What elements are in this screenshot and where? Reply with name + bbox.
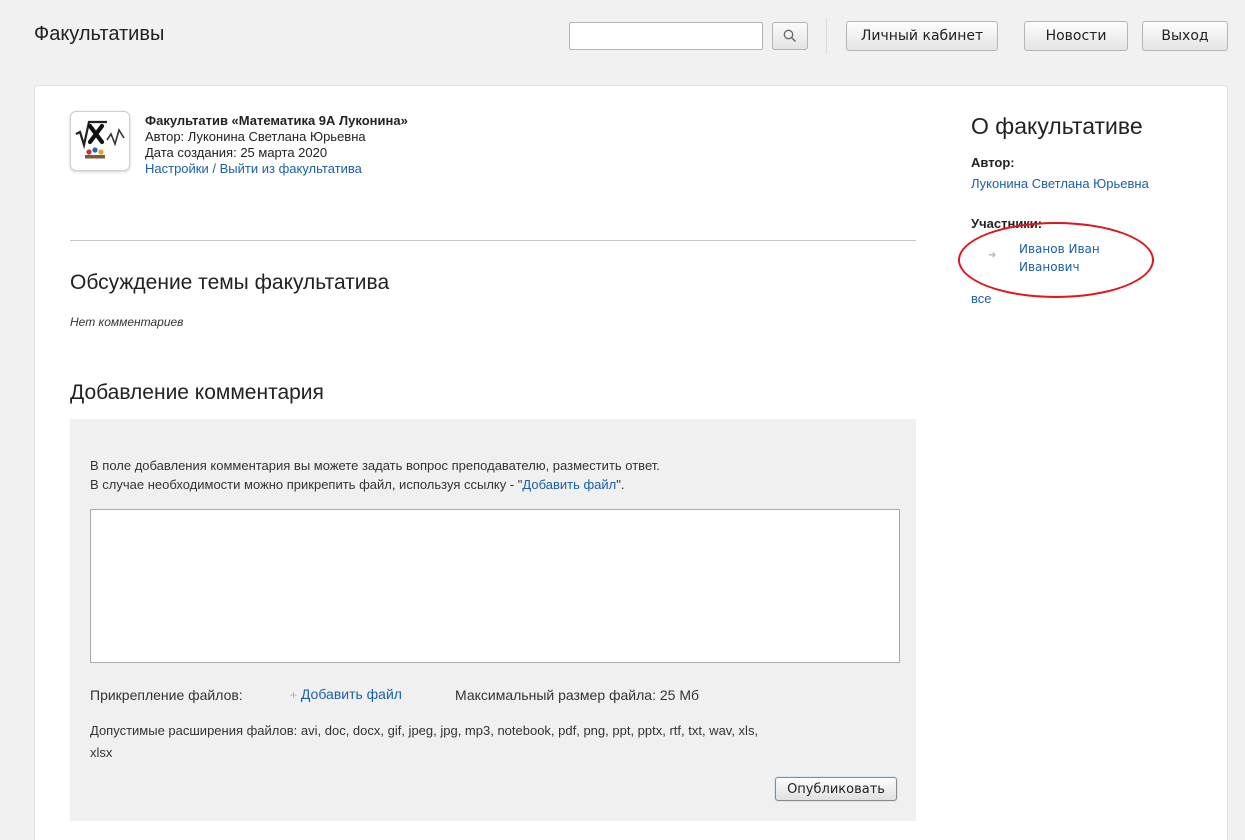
- course-links: Настройки / Выйти из факультатива: [145, 161, 408, 177]
- course-logo: [70, 111, 130, 171]
- course-title: Факультатив «Математика 9А Луконина»: [145, 113, 408, 128]
- header-divider: [826, 18, 827, 54]
- leave-course-link[interactable]: Выйти из факультатива: [220, 161, 362, 176]
- max-file-size: Максимальный размер файла: 25 Мб: [455, 687, 700, 703]
- sidebar-author-link[interactable]: Луконина Светлана Юрьевна: [971, 176, 1149, 191]
- course-created-date: Дата создания: 25 марта 2020: [145, 145, 328, 160]
- highlight-circle: [958, 222, 1154, 298]
- section-divider: [70, 240, 916, 241]
- hint-prefix: В случае необходимости можно прикрепить …: [90, 477, 523, 492]
- settings-link[interactable]: Настройки: [145, 161, 209, 176]
- page-title: Факультативы: [34, 23, 165, 45]
- news-button[interactable]: Новости: [1024, 21, 1128, 51]
- logout-button[interactable]: Выход: [1142, 21, 1228, 51]
- search-button[interactable]: [772, 22, 808, 50]
- attach-label: Прикрепление файлов:: [90, 687, 243, 703]
- course-info: Факультатив «Математика 9А Луконина» Авт…: [145, 113, 408, 177]
- plus-icon: +: [290, 688, 298, 702]
- search-input[interactable]: [569, 22, 763, 50]
- publish-button[interactable]: Опубликовать: [775, 777, 897, 801]
- hint-suffix: ".: [616, 477, 625, 492]
- comment-form: В поле добавления комментария вы можете …: [70, 419, 916, 821]
- comment-hint-line2: В случае необходимости можно прикрепить …: [90, 477, 625, 492]
- hint-add-file-link[interactable]: Добавить файл: [522, 477, 616, 492]
- sidebar-author-label: Автор:: [971, 155, 1015, 170]
- course-author: Автор: Луконина Светлана Юрьевна: [145, 129, 366, 144]
- no-comments-text: Нет комментариев: [70, 315, 184, 329]
- discussion-heading: Обсуждение темы факультатива: [70, 271, 390, 294]
- search-icon: [783, 29, 797, 43]
- cabinet-button[interactable]: Личный кабинет: [846, 21, 998, 51]
- add-comment-heading: Добавление комментария: [70, 381, 324, 404]
- comment-textarea[interactable]: [90, 509, 900, 663]
- allowed-extensions-line1: Допустимые расширения файлов: avi, doc, …: [90, 723, 759, 738]
- sidebar-title: О факультативе: [971, 113, 1143, 139]
- math-sqrt-x-logo-icon: [75, 120, 125, 159]
- allowed-extensions-line2: xlsx: [90, 745, 113, 760]
- comment-hint-line1: В поле добавления комментария вы можете …: [90, 458, 660, 473]
- add-file-control[interactable]: + Добавить файл: [290, 686, 402, 702]
- links-separator: /: [212, 161, 216, 176]
- all-members-link[interactable]: все: [971, 291, 992, 306]
- add-file-link[interactable]: Добавить файл: [301, 686, 402, 702]
